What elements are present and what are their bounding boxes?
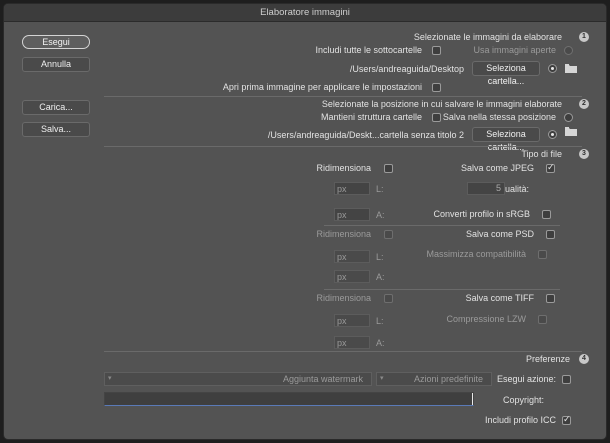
tiff-width-label: L: (376, 316, 384, 326)
maximize-compatibility-label: Massimizza compatibilità (426, 249, 526, 259)
keep-structure-checkbox[interactable] (432, 113, 441, 122)
psd-width-unit: px (337, 252, 347, 262)
action-set-select[interactable]: Azioni predefinite ▾ (376, 372, 492, 386)
save-button[interactable]: Salva... (22, 122, 90, 137)
lzw-compression-checkbox[interactable] (538, 315, 547, 324)
run-action-checkbox[interactable] (562, 375, 571, 384)
save-jpeg-checkbox[interactable] (546, 162, 555, 173)
maximize-compatibility-checkbox[interactable] (538, 250, 547, 259)
convert-srgb-checkbox[interactable] (542, 210, 551, 219)
jpeg-quality-input[interactable]: 5 (467, 182, 505, 195)
psd-height-unit: px (337, 272, 347, 282)
cancel-button[interactable]: Annulla (22, 57, 90, 72)
tiff-height-unit: px (337, 338, 347, 348)
select-source-folder-radio[interactable] (548, 64, 557, 73)
jpeg-width-label: L: (376, 184, 384, 194)
divider-3 (104, 351, 582, 352)
include-icc-checkbox[interactable] (562, 414, 571, 425)
select-destination-folder-radio[interactable] (548, 130, 557, 139)
include-subfolders-label: Includi tutte le sottocartelle (315, 45, 422, 55)
tiff-resize-label: Ridimensiona (316, 293, 371, 303)
psd-resize-label: Ridimensiona (316, 229, 371, 239)
same-position-label: Salva nella stessa posizione (442, 112, 556, 122)
psd-height-label: A: (376, 272, 385, 282)
copyright-input[interactable] (104, 392, 474, 406)
tiff-width-unit: px (337, 316, 347, 326)
same-position-radio[interactable] (564, 113, 573, 122)
select-source-folder-button[interactable]: Seleziona cartella... (472, 61, 540, 86)
window-title: Elaboratore immagini (4, 4, 606, 22)
jpeg-resize-checkbox[interactable] (384, 164, 393, 173)
jpeg-resize-label: Ridimensiona (316, 163, 371, 173)
folder-icon (565, 64, 577, 73)
step-1-badge: 1 (579, 32, 589, 42)
jpeg-height-unit: px (337, 210, 347, 220)
source-path-text: /Users/andreaguida/Desktop (349, 64, 464, 74)
lzw-compression-label: Compressione LZW (446, 314, 526, 324)
keep-structure-label: Mantieni struttura cartelle (320, 112, 422, 122)
chevron-down-icon: ▾ (108, 375, 112, 382)
run-button[interactable]: Esegui (22, 35, 90, 49)
run-action-label: Esegui azione: (496, 374, 556, 384)
section-2-title: Selezionate la posizione in cui salvare … (321, 99, 562, 109)
chevron-down-icon: ▾ (380, 375, 384, 382)
destination-path-text: /Users/andreaguida/Deskt...cartella senz… (267, 130, 464, 140)
section-1-title: Selezionate le immagini da elaborare (413, 32, 562, 42)
step-4-badge: 4 (579, 354, 589, 364)
select-destination-folder-button[interactable]: Seleziona cartella... (472, 127, 540, 152)
save-jpeg-label: Salva come JPEG (460, 163, 534, 173)
step-2-badge: 2 (579, 99, 589, 109)
save-tiff-label: Salva come TIFF (465, 293, 534, 303)
action-value: Aggiunta watermark (282, 374, 363, 384)
open-first-image-checkbox[interactable] (432, 83, 441, 92)
include-icc-label: Includi profilo ICC (484, 415, 556, 425)
psd-width-label: L: (376, 252, 384, 262)
image-processor-window: Elaboratore immagini Esegui Annulla Cari… (3, 3, 607, 440)
section-4-title: Preferenze (525, 354, 570, 364)
tiff-resize-checkbox[interactable] (384, 294, 393, 303)
folder-icon (565, 127, 577, 136)
save-psd-label: Salva come PSD (465, 229, 534, 239)
action-set-value: Azioni predefinite (413, 374, 483, 384)
jpeg-width-unit: px (337, 184, 347, 194)
include-subfolders-checkbox[interactable] (432, 46, 441, 55)
copyright-label: Copyright: (502, 395, 544, 405)
save-psd-checkbox[interactable] (546, 230, 555, 239)
action-select[interactable]: Aggiunta watermark ▾ (104, 372, 372, 386)
divider-2 (104, 146, 582, 147)
divider-psd (324, 289, 560, 290)
convert-srgb-label: Converti profilo in sRGB (433, 209, 530, 219)
use-open-images-label: Usa immagini aperte (473, 45, 556, 55)
section-3-title: Tipo di file (521, 149, 562, 159)
psd-resize-checkbox[interactable] (384, 230, 393, 239)
open-first-image-label: Apri prima immagine per applicare le imp… (222, 82, 422, 92)
use-open-images-radio[interactable] (564, 46, 573, 55)
divider-jpeg (324, 225, 560, 226)
text-caret (472, 393, 473, 405)
divider-1 (104, 96, 582, 97)
save-tiff-checkbox[interactable] (546, 294, 555, 303)
jpeg-height-label: A: (376, 210, 385, 220)
load-button[interactable]: Carica... (22, 100, 90, 115)
step-3-badge: 3 (579, 149, 589, 159)
tiff-height-label: A: (376, 338, 385, 348)
